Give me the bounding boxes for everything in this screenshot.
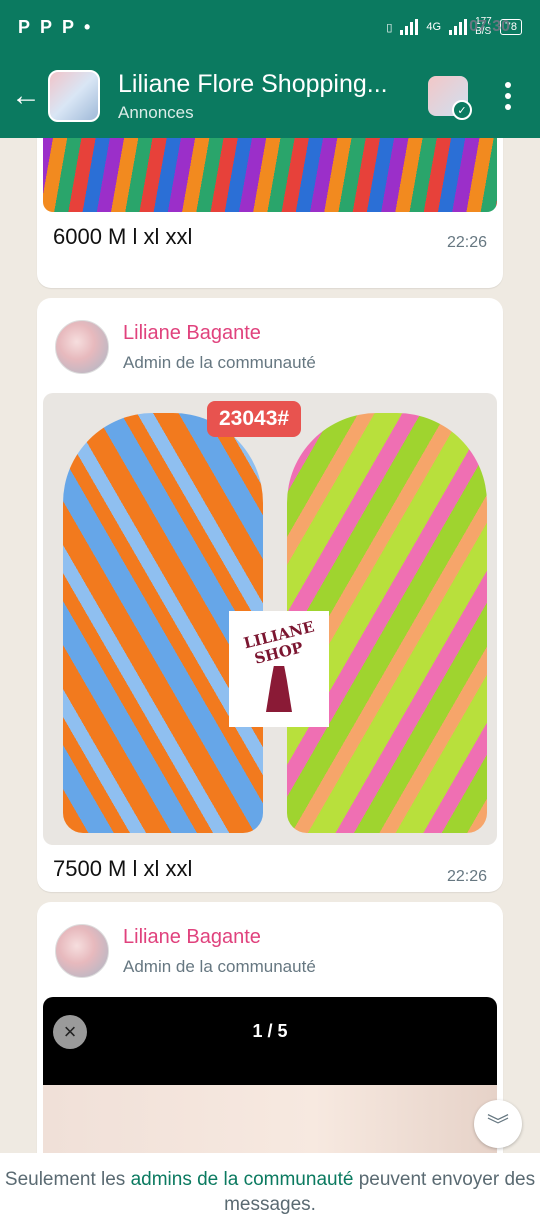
message-image[interactable]: 23043# LILIANE SHOP	[43, 393, 497, 845]
group-avatar[interactable]	[48, 70, 100, 122]
message-caption: 7500 M l xl xxl	[53, 856, 193, 881]
chat-subtitle: Annonces	[118, 102, 194, 122]
sender-avatar[interactable]	[55, 924, 109, 978]
chat-title-block[interactable]: Liliane Flore Shopping... Annonces	[118, 70, 428, 123]
message-image[interactable]: × 1 / 5	[43, 997, 497, 1153]
notification-icons: P P P •	[18, 17, 90, 38]
admins-link[interactable]: admins de la communauté	[131, 1169, 354, 1190]
message-time: 22:26	[446, 868, 487, 885]
chat-title: Liliane Flore Shopping...	[118, 69, 388, 98]
chevron-down-icon: ✓	[452, 100, 472, 120]
message-image[interactable]	[43, 138, 497, 212]
vibrate-icon: ▯	[386, 21, 393, 34]
dress-icon	[266, 666, 292, 712]
chat-header: ← Liliane Flore Shopping... Annonces ✓	[0, 54, 540, 138]
notification-p-icon: P	[18, 16, 31, 37]
community-avatar[interactable]: ✓	[428, 76, 472, 120]
shop-logo: LILIANE SHOP	[229, 611, 329, 727]
more-options-icon[interactable]	[498, 82, 518, 110]
product-tag: 23043#	[207, 401, 302, 437]
status-bar: 07:30 P P P • ▯ 4G 177 B/S 78	[0, 0, 540, 54]
sender-avatar[interactable]	[55, 320, 109, 374]
notification-p-icon: P	[40, 16, 53, 37]
sender-name[interactable]: Liliane Bagante	[123, 322, 316, 345]
status-time: 07:30	[469, 18, 510, 35]
chat-messages[interactable]: 6000 M l xl xxl 22:26 Liliane Bagante Ad…	[0, 138, 540, 1153]
media-counter: 1 / 5	[252, 1021, 288, 1041]
image-preview	[43, 1085, 497, 1153]
notification-p-icon: P	[62, 16, 75, 37]
network-type: 4G	[426, 21, 442, 33]
signal-icon	[400, 19, 419, 35]
dot-icon: •	[84, 16, 91, 37]
signal-2-icon	[449, 19, 468, 35]
sender-role: Admin de la communauté	[123, 352, 316, 372]
sender-info: Liliane Bagante Admin de la communauté	[55, 924, 316, 978]
message-bubble[interactable]: Liliane Bagante Admin de la communauté ×…	[37, 902, 503, 1153]
sender-info: Liliane Bagante Admin de la communauté	[55, 320, 316, 374]
sender-role: Admin de la communauté	[123, 956, 316, 976]
sender-name[interactable]: Liliane Bagante	[123, 926, 316, 949]
back-arrow-icon[interactable]: ←	[4, 74, 48, 118]
message-caption: 6000 M l xl xxl	[53, 224, 193, 249]
scroll-down-icon[interactable]: ︾	[474, 1100, 522, 1148]
message-bubble[interactable]: 6000 M l xl xxl 22:26	[37, 138, 503, 288]
message-time: 22:26	[446, 234, 487, 251]
footer-notice: Seulement les admins de la communauté pe…	[0, 1153, 540, 1230]
message-bubble[interactable]: Liliane Bagante Admin de la communauté 2…	[37, 298, 503, 892]
